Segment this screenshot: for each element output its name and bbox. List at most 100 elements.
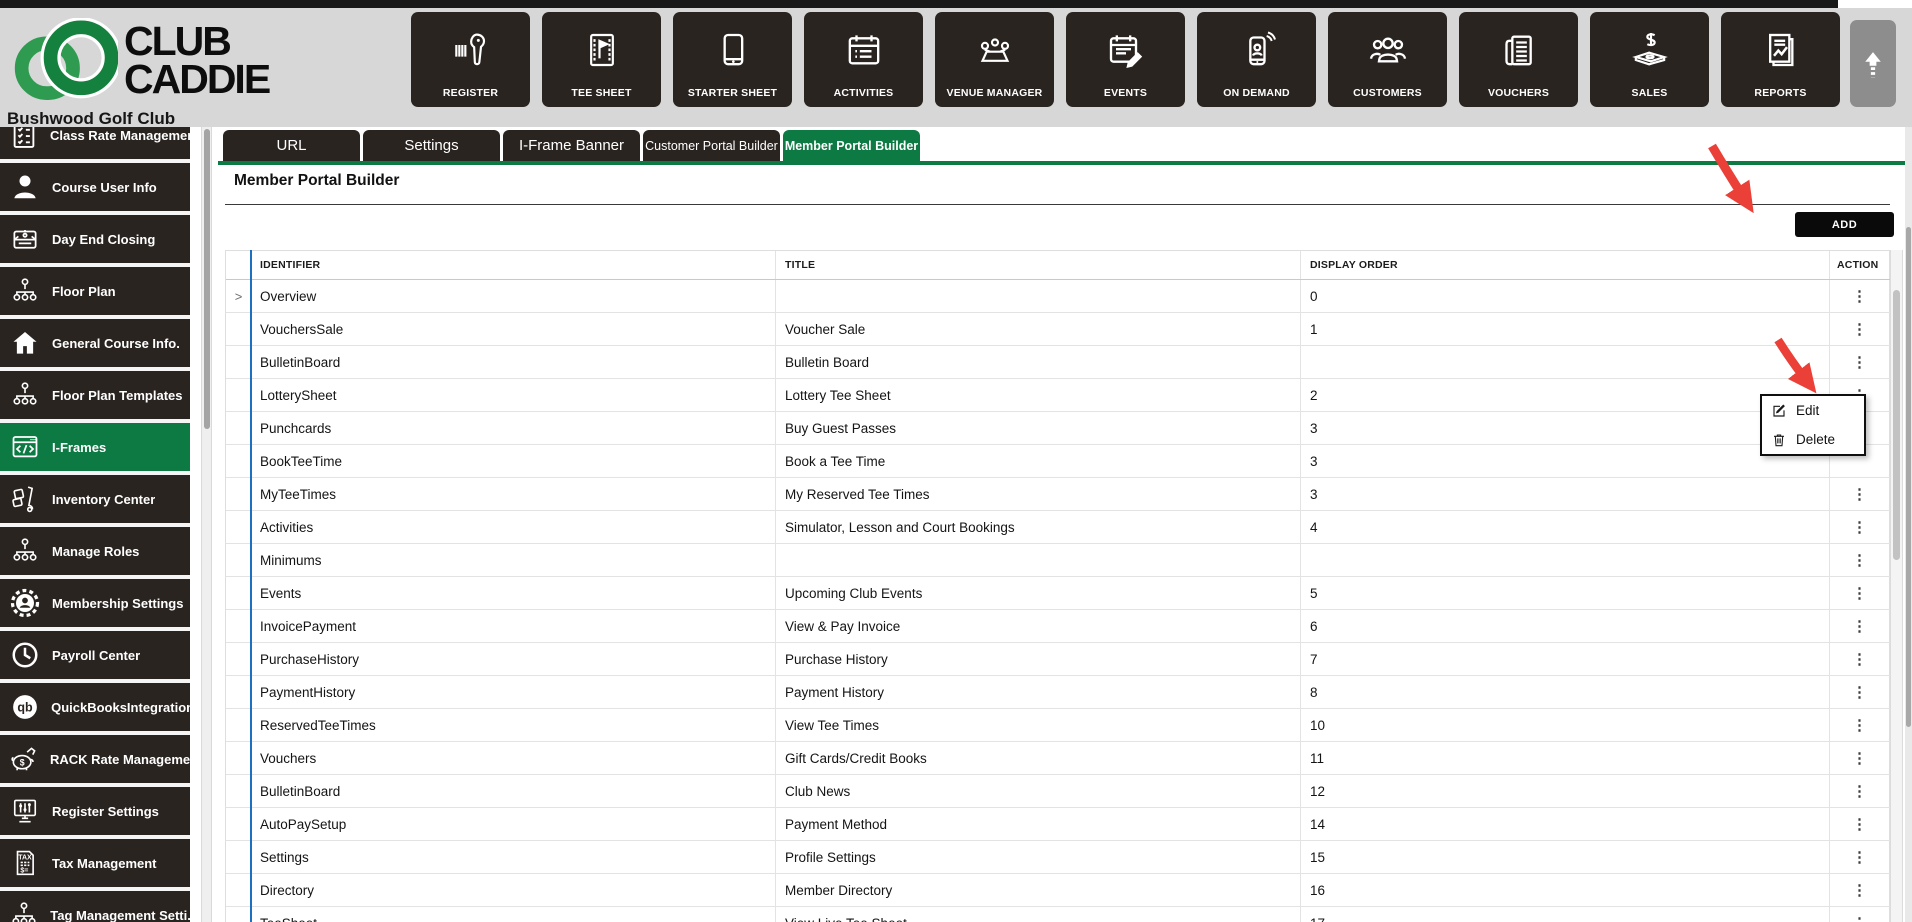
nav-button-customers[interactable]: CUSTOMERS (1328, 12, 1447, 107)
kebab-menu-icon[interactable]: ⋮ (1852, 850, 1867, 865)
table-scrollbar-thumb[interactable] (1893, 290, 1900, 560)
nav-button-events[interactable]: EVENTS (1066, 12, 1185, 107)
table-row-teesheet[interactable]: TeeSheetView Live Tee Sheet17 ⋮ (226, 907, 1890, 922)
page-scrollbar-thumb[interactable] (1906, 227, 1911, 727)
nav-button-tee-sheet[interactable]: TEE SHEET (542, 12, 661, 107)
table-row-overview[interactable]: > Overview 0 ⋮ (226, 280, 1890, 313)
cell-title: Payment History (776, 676, 1301, 708)
table-row-reservedteetimes[interactable]: ReservedTeeTimes View Tee Times 10 ⋮ (226, 709, 1890, 742)
kebab-menu-icon[interactable]: ⋮ (1852, 586, 1867, 601)
nav-scroll-up-button[interactable] (1850, 20, 1896, 107)
cell-display-order: 3 (1301, 478, 1830, 510)
kebab-menu-icon[interactable]: ⋮ (1852, 784, 1867, 799)
sidebar-item-membership-settings[interactable]: Membership Settings (0, 579, 190, 627)
kebab-menu-icon[interactable]: ⋮ (1852, 520, 1867, 535)
svg-text:qb: qb (17, 701, 33, 715)
sidebar-item-tag-management-setti[interactable]: Tag Management Setti... (0, 891, 190, 922)
table-row-activities[interactable]: Activities Simulator, Lesson and Court Bo… (226, 511, 1890, 544)
table-row-punchcards[interactable]: Punchcards Buy Guest Passes 3 (226, 412, 1890, 445)
nav-button-label: REPORTS (1754, 87, 1807, 99)
kebab-menu-icon[interactable]: ⋮ (1852, 289, 1867, 304)
cell-expander (226, 841, 251, 873)
context-menu-item-edit[interactable]: Edit (1762, 396, 1864, 425)
cell-identifier: MyTeeTimes (251, 478, 776, 510)
table-row-events[interactable]: Events Upcoming Club Events 5 ⋮ (226, 577, 1890, 610)
sidebar-item-manage-roles[interactable]: Manage Roles (0, 527, 190, 575)
table-row-settings[interactable]: Settings Profile Settings 15 ⋮ (226, 841, 1890, 874)
table-row-bookteetime[interactable]: BookTeeTime Book a Tee Time 3 (226, 445, 1890, 478)
sidebar-item-inventory-center[interactable]: Inventory Center (0, 475, 190, 523)
kebab-menu-icon[interactable]: ⋮ (1852, 883, 1867, 898)
table-row-myteetimes[interactable]: MyTeeTimes My Reserved Tee Times 3 ⋮ (226, 478, 1890, 511)
nav-button-activities[interactable]: ACTIVITIES (804, 12, 923, 107)
tab-url[interactable]: URL (223, 130, 360, 161)
sidebar-item-floor-plan[interactable]: Floor Plan (0, 267, 190, 315)
table-row-bulletinboard[interactable]: BulletinBoard Club News 12 ⋮ (226, 775, 1890, 808)
arrow-up-icon (1865, 51, 1881, 77)
context-menu-item-delete[interactable]: Delete (1762, 425, 1864, 454)
sidebar-item-class-rate-management[interactable]: Class Rate Management (0, 127, 190, 159)
kebab-menu-icon[interactable]: ⋮ (1852, 685, 1867, 700)
brand-wordmark: CLUB CADDIE (124, 21, 271, 99)
kebab-menu-icon[interactable]: ⋮ (1852, 652, 1867, 667)
cell-display-order: 8 (1301, 676, 1830, 708)
sidebar-item-rack-rate-manageme[interactable]: $ RACK Rate Manageme... (0, 735, 190, 783)
row-expander-icon[interactable]: > (235, 289, 243, 304)
cell-identifier: InvoicePayment (251, 610, 776, 642)
nav-button-venue-manager[interactable]: VENUE MANAGER (935, 12, 1054, 107)
nav-button-reports[interactable]: REPORTS (1721, 12, 1840, 107)
tab-member-portal-builder[interactable]: Member Portal Builder (783, 130, 920, 161)
add-button[interactable]: ADD (1795, 212, 1894, 237)
sidebar-item-day-end-closing[interactable]: Day End Closing (0, 215, 190, 263)
kebab-menu-icon[interactable]: ⋮ (1852, 553, 1867, 568)
table-scrollbar[interactable] (1890, 250, 1903, 922)
page-scrollbar[interactable] (1905, 127, 1912, 922)
tab-i-frame-banner[interactable]: I-Frame Banner (503, 130, 640, 161)
sidebar-item-quickbooksintegration[interactable]: qb QuickBooksIntegration (0, 683, 190, 731)
kebab-menu-icon[interactable]: ⋮ (1852, 355, 1867, 370)
sidebar-item-label: Register Settings (52, 803, 159, 819)
sidebar-item-tax-management[interactable]: TAX $= Tax Management (0, 839, 190, 887)
sidebar-item-general-course-info[interactable]: General Course Info. (0, 319, 190, 367)
cell-title: View Live Tee Sheet (776, 907, 1301, 922)
cell-expander (226, 643, 251, 675)
sidebar-scrollbar-thumb[interactable] (204, 129, 210, 429)
table-row-minimums[interactable]: Minimums ⋮ (226, 544, 1890, 577)
cell-expander (226, 379, 251, 411)
sidebar-item-payroll-center[interactable]: Payroll Center (0, 631, 190, 679)
cell-title: Lottery Tee Sheet (776, 379, 1301, 411)
sidebar-item-course-user-info[interactable]: Course User Info (0, 163, 190, 211)
cell-title: My Reserved Tee Times (776, 478, 1301, 510)
sidebar-scrollbar[interactable] (201, 127, 212, 922)
tab-customer-portal-builder[interactable]: Customer Portal Builder (643, 130, 780, 161)
table-row-paymenthistory[interactable]: PaymentHistory Payment History 8 ⋮ (226, 676, 1890, 709)
table-row-bulletinboard[interactable]: BulletinBoard Bulletin Board ⋮ (226, 346, 1890, 379)
sidebar-item-floor-plan-templates[interactable]: Floor Plan Templates (0, 371, 190, 419)
people-group-icon (1368, 12, 1408, 87)
calendar-edit-icon (1106, 12, 1146, 87)
kebab-menu-icon[interactable]: ⋮ (1852, 916, 1867, 922)
nav-button-on-demand[interactable]: ON DEMAND (1197, 12, 1316, 107)
kebab-menu-icon[interactable]: ⋮ (1852, 751, 1867, 766)
table-row-directory[interactable]: Directory Member Directory 16 ⋮ (226, 874, 1890, 907)
table-row-vouchers[interactable]: Vouchers Gift Cards/Credit Books 11 ⋮ (226, 742, 1890, 775)
kebab-menu-icon[interactable]: ⋮ (1852, 619, 1867, 634)
nav-button-sales[interactable]: SALES (1590, 12, 1709, 107)
sidebar-item-register-settings[interactable]: Register Settings (0, 787, 190, 835)
kebab-menu-icon[interactable]: ⋮ (1852, 487, 1867, 502)
table-row-invoicepayment[interactable]: InvoicePayment View & Pay Invoice 6 ⋮ (226, 610, 1890, 643)
cell-display-order: 6 (1301, 610, 1830, 642)
nav-button-register[interactable]: REGISTER (411, 12, 530, 107)
sidebar-item-i-frames[interactable]: I-Frames (0, 423, 190, 471)
nav-button-starter-sheet[interactable]: STARTER SHEET (673, 12, 792, 107)
kebab-menu-icon[interactable]: ⋮ (1852, 322, 1867, 337)
table-row-autopaysetup[interactable]: AutoPaySetup Payment Method 14 ⋮ (226, 808, 1890, 841)
nav-button-vouchers[interactable]: VOUCHERS (1459, 12, 1578, 107)
kebab-menu-icon[interactable]: ⋮ (1852, 817, 1867, 832)
table-row-lotterysheet[interactable]: LotterySheetLottery Tee Sheet2⋮ (226, 379, 1890, 412)
table-row-voucherssale[interactable]: VouchersSale Voucher Sale 1 ⋮ (226, 313, 1890, 346)
cell-expander (226, 412, 251, 444)
kebab-menu-icon[interactable]: ⋮ (1852, 718, 1867, 733)
tab-settings[interactable]: Settings (363, 130, 500, 161)
table-row-purchasehistory[interactable]: PurchaseHistory Purchase History 7 ⋮ (226, 643, 1890, 676)
